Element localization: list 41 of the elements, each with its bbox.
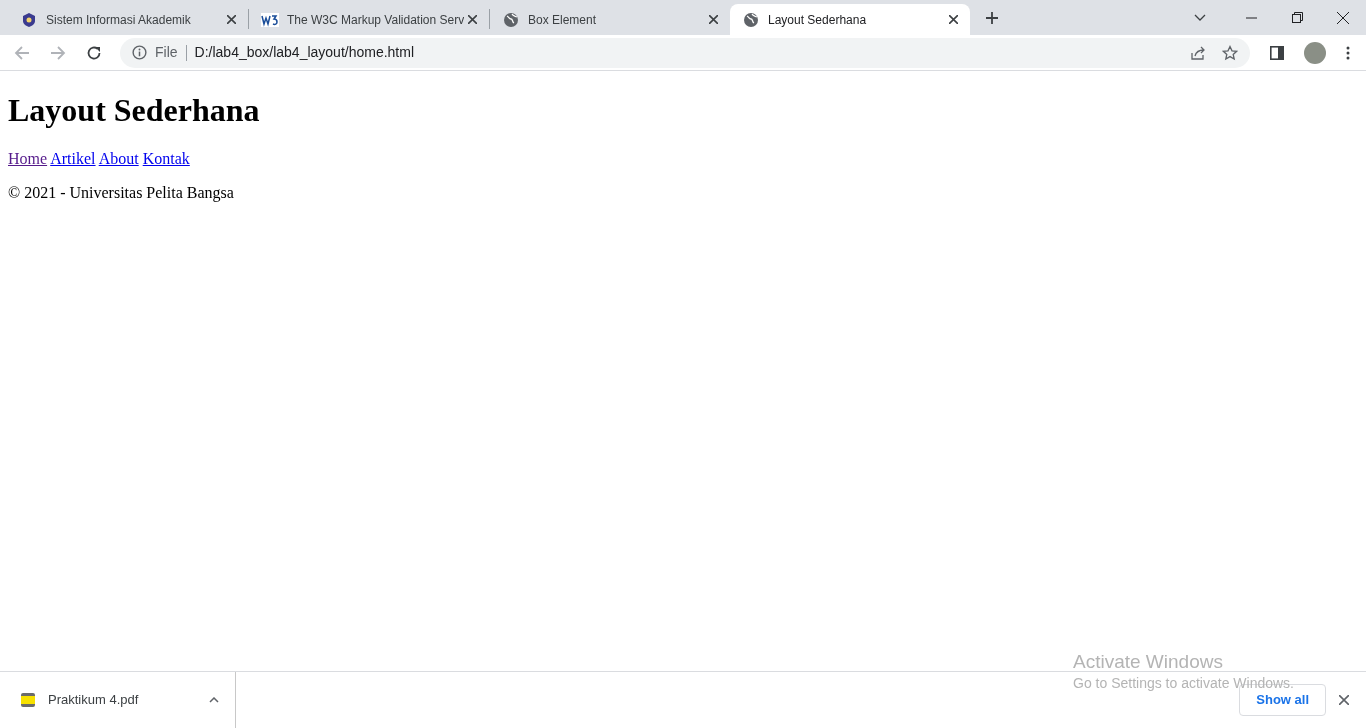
url-text: D:/lab4_box/lab4_layout/home.html	[194, 43, 415, 62]
nav-link[interactable]: Artikel	[50, 150, 96, 167]
info-icon	[132, 45, 147, 60]
minimize-icon	[1245, 16, 1257, 19]
back-arrow-icon	[14, 44, 30, 61]
close-icon	[1337, 11, 1349, 24]
chevron-up-icon[interactable]	[209, 697, 219, 703]
address-bar[interactable]: File D:/lab4_box/lab4_layout/home.html	[120, 37, 1250, 68]
browser-tab[interactable]: Sistem Informasi Akademik	[8, 4, 248, 35]
close-tab-icon[interactable]	[709, 15, 718, 24]
browser-tab[interactable]: Layout Sederhana	[730, 4, 970, 35]
page-heading: Layout Sederhana	[8, 92, 260, 129]
globe-icon	[743, 11, 759, 28]
close-tab-icon[interactable]	[227, 15, 236, 24]
profile-avatar[interactable]	[1304, 41, 1326, 64]
chevron-down-icon	[1194, 13, 1206, 22]
side-panel-icon[interactable]	[1270, 45, 1284, 60]
plus-icon	[985, 11, 999, 25]
close-tab-icon[interactable]	[468, 15, 477, 24]
footer-text: © 2021 - Universitas Pelita Bangsa	[8, 184, 234, 202]
browser-tab[interactable]: The W3C Markup Validation Serv	[249, 4, 489, 35]
share-icon[interactable]	[1190, 44, 1206, 61]
close-tab-icon[interactable]	[949, 15, 958, 24]
download-item[interactable]: Praktikum 4.pdf	[0, 672, 236, 728]
reload-icon	[86, 44, 102, 61]
w3c-logo-icon	[261, 12, 279, 27]
forward-arrow-icon	[50, 44, 66, 61]
nav-link[interactable]: Home	[8, 150, 48, 167]
browser-tab[interactable]: Box Element	[490, 4, 730, 35]
menu-icon[interactable]	[1346, 45, 1350, 60]
star-icon[interactable]	[1222, 44, 1238, 61]
scheme-label: File	[155, 43, 178, 62]
globe-icon	[503, 11, 519, 28]
nav-link[interactable]: About	[98, 150, 139, 167]
restore-icon	[1291, 12, 1303, 23]
nav-link[interactable]: Kontak	[142, 150, 190, 167]
crest-icon	[21, 11, 37, 28]
activation-notice-title: Activate Windows	[1073, 650, 1223, 674]
download-filename: Praktikum 4.pdf	[48, 691, 139, 710]
close-icon	[1339, 695, 1349, 705]
pdf-file-icon	[20, 692, 36, 708]
